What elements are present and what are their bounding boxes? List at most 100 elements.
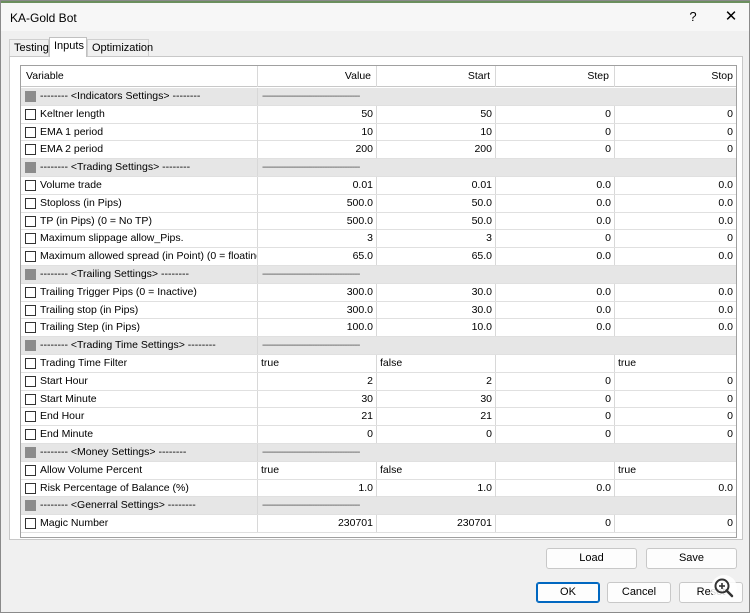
value-cell[interactable]: 230701 — [258, 515, 377, 533]
value-cell[interactable]: 3 — [258, 230, 377, 248]
stop-cell[interactable]: 0.0 — [615, 284, 736, 301]
value-cell[interactable]: 300.0 — [258, 283, 377, 301]
value-cell[interactable]: 0 — [258, 426, 377, 444]
value-cell[interactable]: 21 — [258, 408, 377, 426]
table-row[interactable]: Trailing Trigger Pips (0 = Inactive) 300.… — [21, 283, 736, 302]
table-row[interactable]: Risk Percentage of Balance (%) 1.0 1.0 0.0 0… — [21, 479, 736, 498]
section-row[interactable]: -------- <Trading Time Settings> -------… — [21, 337, 736, 355]
value-cell[interactable]: 0.01 — [258, 177, 377, 194]
value-cell[interactable]: true — [258, 355, 377, 372]
step-cell[interactable]: 0 — [496, 408, 615, 426]
value-cell[interactable]: true — [258, 461, 377, 479]
tab-testing[interactable]: Testing — [9, 39, 49, 57]
step-cell[interactable]: 0.0 — [496, 248, 615, 266]
start-cell[interactable]: 21 — [377, 408, 496, 426]
start-cell[interactable]: 10.0 — [377, 319, 496, 337]
value-cell[interactable]: 10 — [258, 123, 377, 141]
stop-cell[interactable]: 0.0 — [615, 213, 736, 230]
table-row[interactable]: Allow Volume Percent true false true — [21, 461, 736, 480]
table-row[interactable]: Stoploss (in Pips) 500.0 50.0 0.0 0.0 — [21, 194, 736, 213]
stop-cell[interactable]: 0 — [615, 373, 736, 390]
start-cell[interactable]: false — [377, 461, 496, 479]
help-button[interactable]: ? — [685, 7, 701, 27]
value-cell[interactable]: 200 — [258, 141, 377, 159]
step-cell[interactable]: 0.0 — [496, 479, 615, 497]
table-row[interactable]: Trailing stop (in Pips) 300.0 30.0 0.0 0.0 — [21, 301, 736, 320]
column-header-value[interactable]: Value — [258, 66, 377, 87]
table-row[interactable]: Start Minute 30 30 0 0 — [21, 390, 736, 409]
start-cell[interactable]: 0 — [377, 426, 496, 444]
section-row[interactable]: -------- <Money Settings> -------- ------… — [21, 444, 736, 462]
step-cell[interactable]: 0 — [496, 426, 615, 444]
section-row[interactable]: -------- <Trailing Settings> -------- ---… — [21, 266, 736, 284]
start-cell[interactable]: 30 — [377, 390, 496, 408]
tab-inputs[interactable]: Inputs — [49, 37, 87, 57]
table-row[interactable]: Maximum slippage allow_Pips. 3 3 0 0 — [21, 230, 736, 249]
step-cell[interactable]: 0 — [496, 141, 615, 159]
table-row[interactable]: Start Hour 2 2 0 0 — [21, 372, 736, 391]
stop-cell[interactable]: 0 — [615, 124, 736, 141]
step-cell[interactable]: 0.0 — [496, 319, 615, 337]
column-header-start[interactable]: Start — [377, 66, 496, 87]
value-cell[interactable]: 30 — [258, 390, 377, 408]
step-cell[interactable]: 0 — [496, 390, 615, 408]
load-button[interactable]: Load — [546, 548, 637, 569]
stop-cell[interactable]: true — [615, 462, 736, 479]
table-row[interactable]: TP (in Pips) (0 = No TP) 500.0 50.0 0.0 0.0 — [21, 212, 736, 231]
table-row[interactable]: Trailing Step (in Pips) 100.0 10.0 0.0 0.0 — [21, 319, 736, 338]
value-cell[interactable]: 65.0 — [258, 248, 377, 266]
zoom-in-icon[interactable] — [710, 574, 738, 602]
value-cell[interactable]: 300.0 — [258, 301, 377, 319]
stop-cell[interactable]: 0 — [615, 408, 736, 425]
step-cell[interactable] — [496, 355, 615, 372]
stop-cell[interactable]: true — [615, 355, 736, 372]
start-cell[interactable]: false — [377, 355, 496, 372]
value-cell[interactable]: 500.0 — [258, 212, 377, 230]
table-row[interactable]: Magic Number 230701 230701 0 0 — [21, 515, 736, 533]
step-cell[interactable]: 0 — [496, 515, 615, 533]
step-cell[interactable]: 0.0 — [496, 177, 615, 194]
step-cell[interactable]: 0 — [496, 123, 615, 141]
stop-cell[interactable]: 0 — [615, 426, 736, 443]
column-header-stop[interactable]: Stop — [615, 66, 736, 87]
stop-cell[interactable]: 0 — [615, 106, 736, 123]
value-cell[interactable]: 50 — [258, 105, 377, 123]
stop-cell[interactable]: 0.0 — [615, 319, 736, 336]
section-row[interactable]: -------- <Indicators Settings> -------- -… — [21, 88, 736, 106]
column-header-variable[interactable]: Variable — [21, 66, 258, 87]
stop-cell[interactable]: 0 — [615, 141, 736, 158]
section-row[interactable]: -------- <Trading Settings> -------- ----… — [21, 159, 736, 177]
start-cell[interactable]: 50 — [377, 105, 496, 123]
step-cell[interactable]: 0.0 — [496, 194, 615, 212]
start-cell[interactable]: 2 — [377, 372, 496, 390]
table-row[interactable]: Keltner length 50 50 0 0 — [21, 105, 736, 124]
step-cell[interactable]: 0.0 — [496, 301, 615, 319]
value-cell[interactable]: 2 — [258, 372, 377, 390]
stop-cell[interactable]: 0 — [615, 230, 736, 247]
step-cell[interactable]: 0.0 — [496, 212, 615, 230]
table-row[interactable]: EMA 1 period 10 10 0 0 — [21, 123, 736, 142]
step-cell[interactable]: 0 — [496, 105, 615, 123]
table-row[interactable]: EMA 2 period 200 200 0 0 — [21, 141, 736, 160]
stop-cell[interactable]: 0 — [615, 515, 736, 532]
start-cell[interactable]: 10 — [377, 123, 496, 141]
start-cell[interactable]: 230701 — [377, 515, 496, 533]
step-cell[interactable]: 0 — [496, 372, 615, 390]
start-cell[interactable]: 65.0 — [377, 248, 496, 266]
step-cell[interactable] — [496, 461, 615, 479]
start-cell[interactable]: 30.0 — [377, 283, 496, 301]
column-header-step[interactable]: Step — [496, 66, 615, 87]
tab-optimization[interactable]: Optimization — [87, 39, 153, 57]
start-cell[interactable]: 3 — [377, 230, 496, 248]
start-cell[interactable]: 1.0 — [377, 479, 496, 497]
save-button[interactable]: Save — [646, 548, 737, 569]
table-row[interactable]: Volume trade 0.01 0.01 0.0 0.0 — [21, 177, 736, 195]
stop-cell[interactable]: 0.0 — [615, 302, 736, 319]
start-cell[interactable]: 50.0 — [377, 212, 496, 230]
table-row[interactable]: Trading Time Filter true false true — [21, 355, 736, 373]
ok-button[interactable]: OK — [536, 582, 600, 603]
start-cell[interactable]: 50.0 — [377, 194, 496, 212]
stop-cell[interactable]: 0.0 — [615, 177, 736, 194]
close-button[interactable]: ✕ — [721, 7, 741, 27]
stop-cell[interactable]: 0.0 — [615, 480, 736, 497]
